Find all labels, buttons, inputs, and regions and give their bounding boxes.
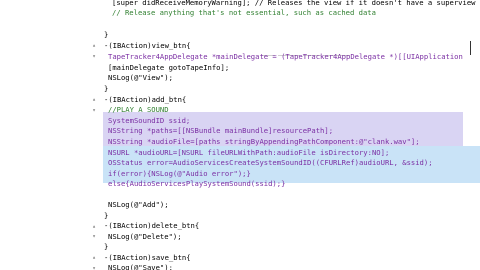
- code-line-text: }: [104, 242, 109, 251]
- code-line: NSString *audioFile=[paths stringByAppen…: [0, 136, 480, 147]
- code-line-text: NSString *audioFile=[paths stringByAppen…: [108, 137, 420, 146]
- code-line-text: -(IBAction)delete_btn{: [104, 221, 200, 230]
- code-line: NSString *paths=[[NSBundle mainBundle]re…: [0, 125, 480, 136]
- code-line: else{AudioServicesPlaySystemSound(ssid);…: [0, 178, 480, 189]
- code-line: // Release anything that's not essential…: [0, 7, 480, 18]
- code-line-text: //PLAY A SOUND: [108, 105, 169, 114]
- code-line: //PLAY A SOUND: [0, 104, 480, 115]
- code-line-text: // Release anything that's not essential…: [112, 8, 376, 17]
- code-line-text: TapeTracker4AppDelegate *mainDelegate = …: [108, 52, 463, 61]
- code-line-text: OSStatus error=AudioServicesCreateSystem…: [108, 158, 433, 167]
- code-line: TapeTracker4AppDelegate *mainDelegate = …: [0, 51, 480, 62]
- code-editor[interactable]: [super didReceiveMemoryWarning]; // Rele…: [0, 0, 480, 270]
- code-line-text: -(IBAction)view_btn{: [104, 41, 191, 50]
- code-line: NSLog(@"Add");: [0, 199, 480, 210]
- code-line-text: NSString *paths=[[NSBundle mainBundle]re…: [108, 126, 334, 135]
- code-line: ▴ }: [0, 83, 480, 103]
- code-line: OSStatus error=AudioServicesCreateSystem…: [0, 157, 480, 168]
- code-line-text: NSLog(@"Save");: [108, 263, 173, 270]
- code-line: NSLog(@"Save");: [0, 262, 480, 270]
- code-line-text: }: [104, 84, 109, 93]
- code-line: ▾ -(IBAction)delete_btn{: [0, 220, 480, 240]
- code-line-text: }: [104, 30, 109, 39]
- code-line-text: else{AudioServicesPlaySystemSound(ssid);…: [108, 179, 286, 188]
- code-line: ▴ }: [0, 241, 480, 261]
- code-line-text: NSLog(@"Add");: [108, 200, 169, 209]
- code-line: ▾ -(IBAction)view_btn{: [0, 40, 480, 60]
- code-line: NSLog(@"View");: [0, 72, 480, 83]
- code-line-text: NSLog(@"View");: [108, 73, 173, 82]
- code-line: ▴ }: [0, 29, 480, 49]
